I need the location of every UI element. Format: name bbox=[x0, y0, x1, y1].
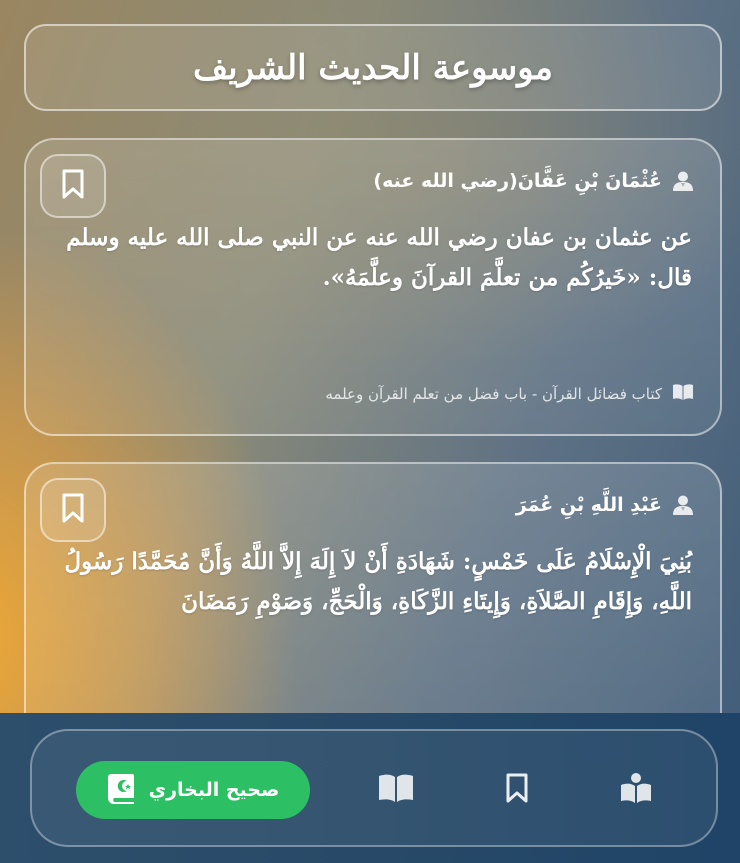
nav-item-reader[interactable] bbox=[597, 731, 675, 845]
quran-book-icon bbox=[107, 772, 137, 808]
bookmark-icon bbox=[504, 772, 530, 804]
source-row: كتاب فضائل القرآن - باب فضل من تعلم القر… bbox=[325, 383, 694, 405]
app-header: موسوعة الحديث الشريف bbox=[24, 24, 722, 111]
bottom-navigation-bar: صحيح البخاري bbox=[0, 713, 740, 863]
narrator-name: عَبْدِ اللَّهِ بْنِ عُمَرَ bbox=[515, 494, 662, 516]
hadith-source: كتاب فضائل القرآن - باب فضل من تعلم القر… bbox=[325, 385, 662, 403]
hadith-card: عُثْمَانَ بْنِ عَفَّانَ(رضي الله عنه) عن… bbox=[24, 138, 722, 436]
narrator-row: عَبْدِ اللَّهِ بْنِ عُمَرَ bbox=[516, 494, 694, 516]
nav-item-label: صحيح البخاري bbox=[148, 779, 280, 801]
bookmark-button[interactable] bbox=[40, 154, 106, 218]
book-icon bbox=[672, 383, 694, 405]
narrator-row: عُثْمَانَ بْنِ عَفَّانَ(رضي الله عنه) bbox=[373, 170, 694, 192]
narrator-name: عُثْمَانَ بْنِ عَفَّانَ(رضي الله عنه) bbox=[373, 170, 662, 192]
user-icon bbox=[672, 494, 694, 516]
bookmark-icon bbox=[60, 492, 86, 528]
nav-item-bookmarks[interactable] bbox=[478, 731, 556, 845]
hadith-text: بُنِيَ الْإِسْلَامُ عَلَى خَمْسٍ: شَهَاد… bbox=[64, 548, 692, 615]
bookmark-icon bbox=[60, 168, 86, 204]
nav-container: صحيح البخاري bbox=[30, 729, 718, 847]
user-icon bbox=[672, 170, 694, 192]
book-open-icon bbox=[377, 772, 415, 804]
reader-icon bbox=[619, 772, 653, 804]
page-title: موسوعة الحديث الشريف bbox=[192, 47, 554, 88]
bookmark-button[interactable] bbox=[40, 478, 106, 542]
hadith-text: عن عثمان بن عفان رضي الله عنه عن النبي ص… bbox=[66, 224, 692, 291]
nav-item-sahih-bukhari[interactable]: صحيح البخاري bbox=[76, 761, 310, 819]
nav-item-books[interactable] bbox=[357, 731, 435, 845]
